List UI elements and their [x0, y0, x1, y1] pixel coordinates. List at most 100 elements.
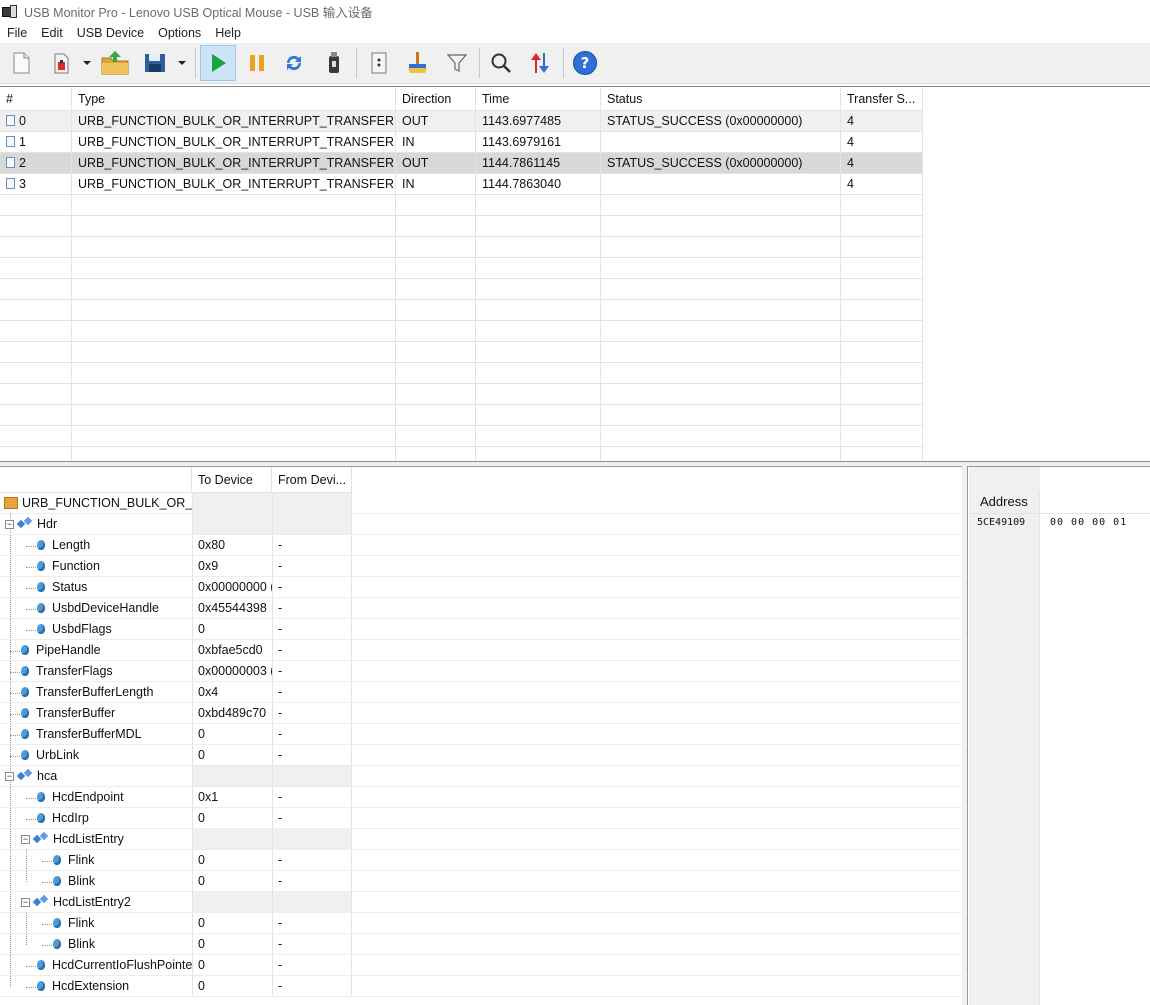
- hex-bytes[interactable]: 00 00 00 01: [1050, 517, 1127, 528]
- collapse-toggle[interactable]: −: [21, 835, 30, 844]
- field-icon: [37, 791, 45, 802]
- field-icon: [37, 623, 45, 634]
- row-status: STATUS_SUCCESS (0x00000000): [601, 111, 841, 132]
- save-icon[interactable]: [138, 46, 172, 80]
- from-device-value: -: [272, 745, 352, 766]
- pause-icon[interactable]: [240, 46, 274, 80]
- title-bar: USB Monitor Pro - Lenovo USB Optical Mou…: [0, 0, 1150, 23]
- save-log-dropdown[interactable]: [82, 46, 92, 80]
- tree-row[interactable]: Length 0x80-: [0, 535, 962, 556]
- search-icon[interactable]: [484, 46, 518, 80]
- tree-label: HcdListEntry2: [53, 895, 131, 909]
- menu-options[interactable]: Options: [151, 23, 208, 43]
- usb-device-icon[interactable]: [317, 46, 351, 80]
- refresh-icon[interactable]: [277, 46, 311, 80]
- tree-group-row[interactable]: − hca: [0, 766, 962, 787]
- collapse-toggle[interactable]: −: [5, 520, 14, 529]
- tree-row[interactable]: TransferFlags 0x00000003 (-: [0, 661, 962, 682]
- help-icon[interactable]: ?: [568, 46, 602, 80]
- tree-row[interactable]: UrbLink 0-: [0, 745, 962, 766]
- save-dropdown[interactable]: [177, 46, 187, 80]
- to-device-value: [192, 892, 272, 913]
- table-row[interactable]: 1 URB_FUNCTION_BULK_OR_INTERRUPT_TRANSFE…: [0, 132, 923, 153]
- row-number: 1: [0, 132, 72, 153]
- tree-label: Blink: [68, 874, 96, 888]
- to-device-value: 0: [192, 619, 272, 640]
- properties-icon[interactable]: [362, 46, 396, 80]
- collapse-toggle[interactable]: −: [21, 898, 30, 907]
- column-to-device[interactable]: To Device: [192, 467, 272, 493]
- column-number[interactable]: #: [0, 87, 72, 111]
- tree-group-row[interactable]: − HcdListEntry2: [0, 892, 962, 913]
- new-document-icon[interactable]: [4, 46, 38, 80]
- row-status: [601, 174, 841, 195]
- document-icon: [6, 115, 15, 127]
- tree-label: UsbdFlags: [52, 622, 112, 636]
- column-transfer-size[interactable]: Transfer S...: [841, 87, 923, 111]
- row-time: 1143.6977485: [476, 111, 601, 132]
- tree-row[interactable]: HcdIrp 0-: [0, 808, 962, 829]
- tree-row[interactable]: TransferBufferMDL 0-: [0, 724, 962, 745]
- row-type: URB_FUNCTION_BULK_OR_INTERRUPT_TRANSFER: [72, 174, 396, 195]
- row-time: 1143.6979161: [476, 132, 601, 153]
- open-folder-icon[interactable]: [98, 46, 132, 80]
- table-row[interactable]: 3 URB_FUNCTION_BULK_OR_INTERRUPT_TRANSFE…: [0, 174, 923, 195]
- sort-icon[interactable]: [523, 46, 557, 80]
- row-size: 4: [841, 132, 923, 153]
- tree-label: UrbLink: [36, 748, 80, 762]
- column-type[interactable]: Type: [72, 87, 396, 111]
- requests-header: # Type Direction Time Status Transfer S.…: [0, 87, 1150, 111]
- column-time[interactable]: Time: [476, 87, 601, 111]
- collapse-toggle[interactable]: −: [5, 772, 14, 781]
- menu-edit[interactable]: Edit: [34, 23, 70, 43]
- column-status[interactable]: Status: [601, 87, 841, 111]
- from-device-value: -: [272, 682, 352, 703]
- tree-group-row[interactable]: − HcdListEntry: [0, 829, 962, 850]
- tree-row[interactable]: PipeHandle 0xbfae5cd0-: [0, 640, 962, 661]
- save-log-icon[interactable]: [44, 46, 78, 80]
- tree-row[interactable]: Flink 0-: [0, 850, 962, 871]
- menu-usb-device[interactable]: USB Device: [70, 23, 151, 43]
- from-device-value: -: [272, 535, 352, 556]
- to-device-value: 0: [192, 976, 272, 997]
- tree-row[interactable]: HcdEndpoint 0x1-: [0, 787, 962, 808]
- clear-icon[interactable]: [401, 46, 435, 80]
- tree-root[interactable]: URB_FUNCTION_BULK_OR_IN: [0, 493, 962, 514]
- field-icon: [37, 812, 45, 823]
- tree-row[interactable]: TransferBufferLength 0x4-: [0, 682, 962, 703]
- menu-help[interactable]: Help: [208, 23, 248, 43]
- start-icon[interactable]: [200, 45, 236, 81]
- to-device-value: 0: [192, 955, 272, 976]
- field-icon: [21, 707, 29, 718]
- from-device-value: -: [272, 661, 352, 682]
- tree-label: HcdEndpoint: [52, 790, 124, 804]
- to-device-value: 0: [192, 934, 272, 955]
- column-from-device[interactable]: From Devi...: [272, 467, 352, 493]
- tree-row[interactable]: HcdCurrentIoFlushPointer 0-: [0, 955, 962, 976]
- tree-group-row[interactable]: − Hdr: [0, 514, 962, 535]
- row-size: 4: [841, 111, 923, 132]
- tree-row[interactable]: Status 0x00000000 (-: [0, 577, 962, 598]
- tree-row[interactable]: Flink 0-: [0, 913, 962, 934]
- tree-row[interactable]: Blink 0-: [0, 934, 962, 955]
- to-device-value: [192, 514, 272, 535]
- column-name[interactable]: [0, 467, 192, 493]
- from-device-value: -: [272, 640, 352, 661]
- tree-row[interactable]: UsbdDeviceHandle 0x45544398-: [0, 598, 962, 619]
- tree-row[interactable]: UsbdFlags 0-: [0, 619, 962, 640]
- to-device-value: 0: [192, 745, 272, 766]
- to-device-value: 0x4: [192, 682, 272, 703]
- table-row[interactable]: 0 URB_FUNCTION_BULK_OR_INTERRUPT_TRANSFE…: [0, 111, 923, 132]
- struct-icon: [16, 516, 33, 530]
- struct-icon: [16, 768, 33, 782]
- menu-file[interactable]: File: [0, 23, 34, 43]
- table-row-selected[interactable]: 2 URB_FUNCTION_BULK_OR_INTERRUPT_TRANSFE…: [0, 153, 923, 174]
- filter-icon[interactable]: [440, 46, 474, 80]
- row-size: 4: [841, 153, 923, 174]
- tree-row[interactable]: Blink 0-: [0, 871, 962, 892]
- tree-row[interactable]: TransferBuffer 0xbd489c70-: [0, 703, 962, 724]
- tree-row[interactable]: Function 0x9-: [0, 556, 962, 577]
- column-direction[interactable]: Direction: [396, 87, 476, 111]
- tree-row[interactable]: HcdExtension 0-: [0, 976, 962, 997]
- tree-label: Flink: [68, 916, 95, 930]
